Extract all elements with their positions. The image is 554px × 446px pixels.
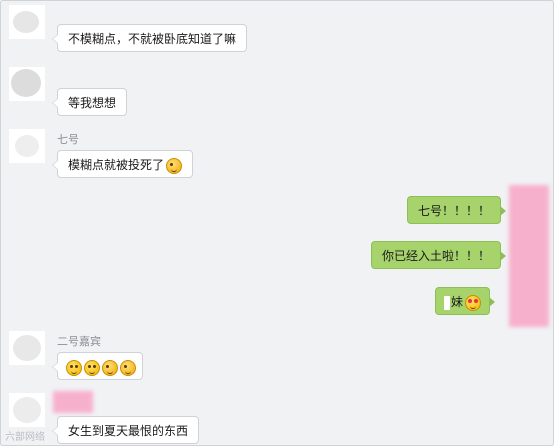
heart-eyes-emoji-icon [465,294,482,311]
message-bubble[interactable]: 不模糊点，不就被卧底知道了嘛 [51,24,248,52]
avatar[interactable] [9,393,45,427]
grin-emoji-icon [66,359,82,376]
avatar[interactable] [9,67,45,101]
watermark: 六部网络 [5,432,45,443]
message-bubble-self[interactable]: 妹 [435,287,496,315]
avatar[interactable] [9,129,45,163]
message-text: 模糊点就被投死了 [68,158,165,172]
message-bubble-self[interactable]: 七号！！！！ [407,196,507,224]
wink-emoji-icon [166,157,183,174]
redacted-sender-name [53,391,93,413]
message-text: 女生到夏天最恨的东西 [68,424,189,438]
message-bubble[interactable]: 等我想想 [51,88,128,116]
grin-emoji-icon [84,359,100,376]
message-text: 不模糊点，不就被卧底知道了嘛 [68,32,237,46]
message-bubble[interactable]: 女生到夏天最恨的东西 [51,416,200,444]
message-text: 等我想想 [68,96,117,110]
redaction-mark [444,295,450,310]
sender-name: 七号 [57,133,79,146]
chat-window: 不模糊点，不就被卧底知道了嘛 等我想想 七号 模糊点就被投死了 七号！！！！ 你… [0,0,554,446]
redacted-avatar [509,185,549,327]
wink-emoji-icon [102,359,118,376]
wink-emoji-icon [120,359,136,376]
message-bubble-self[interactable]: 你已经入土啦！！！ [371,241,507,269]
avatar[interactable] [9,5,45,39]
message-text: 七号！！！！ [418,204,491,218]
avatar[interactable] [9,331,45,365]
message-bubble[interactable]: 模糊点就被投死了 [51,150,194,178]
message-text: 妹 [451,295,464,309]
sender-name: 二号嘉宾 [57,335,101,348]
message-bubble[interactable] [52,352,143,380]
message-text: 你已经入土啦！！！ [382,249,491,263]
